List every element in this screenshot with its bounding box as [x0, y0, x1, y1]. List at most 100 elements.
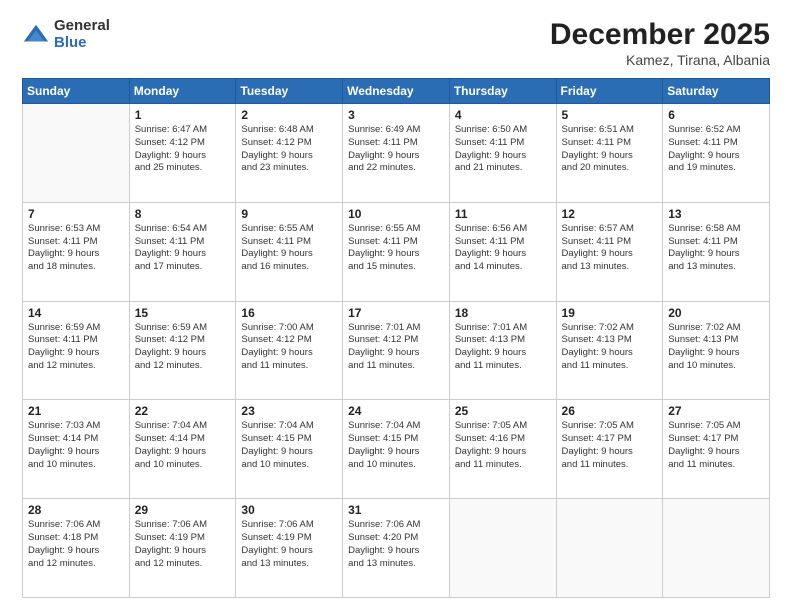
- table-row: 18 Sunrise: 7:01 AM Sunset: 4:13 PM Dayli…: [449, 301, 556, 400]
- logo-icon: [22, 21, 50, 49]
- day-info: Sunrise: 6:55 AM Sunset: 4:11 PM Dayligh…: [241, 223, 337, 274]
- col-sunday: Sunday: [23, 79, 130, 104]
- day-number: 8: [135, 207, 231, 221]
- logo-general-text: General: [54, 18, 110, 35]
- table-row: 1Sunrise: 6:47 AM Sunset: 4:12 PM Daylig…: [129, 104, 236, 203]
- calendar-table: Sunday Monday Tuesday Wednesday Thursday…: [22, 78, 770, 598]
- day-info: Sunrise: 6:59 AM Sunset: 4:11 PM Dayligh…: [28, 322, 124, 373]
- logo-blue-text: Blue: [54, 35, 110, 52]
- table-row: [663, 499, 770, 598]
- table-row: 4Sunrise: 6:50 AM Sunset: 4:11 PM Daylig…: [449, 104, 556, 203]
- day-number: 28: [28, 503, 124, 517]
- table-row: 20 Sunrise: 7:02 AM Sunset: 4:13 PM Dayli…: [663, 301, 770, 400]
- table-row: 19 Sunrise: 7:02 AM Sunset: 4:13 PM Dayli…: [556, 301, 663, 400]
- day-number: 18: [455, 306, 551, 320]
- title-month: December 2025: [550, 18, 770, 52]
- calendar-week-row: 28 Sunrise: 7:06 AM Sunset: 4:18 PM Dayli…: [23, 499, 770, 598]
- calendar-week-row: 14 Sunrise: 6:59 AM Sunset: 4:11 PM Dayli…: [23, 301, 770, 400]
- day-info: Sunrise: 6:54 AM Sunset: 4:11 PM Dayligh…: [135, 223, 231, 274]
- day-info: Sunrise: 6:55 AM Sunset: 4:11 PM Dayligh…: [348, 223, 444, 274]
- day-number: 5: [562, 108, 658, 122]
- table-row: 14 Sunrise: 6:59 AM Sunset: 4:11 PM Dayli…: [23, 301, 130, 400]
- page: General Blue December 2025 Kamez, Tirana…: [0, 0, 792, 612]
- day-number: 27: [668, 404, 764, 418]
- day-info: Sunrise: 7:00 AM Sunset: 4:12 PM Dayligh…: [241, 322, 337, 373]
- day-info: Sunrise: 6:58 AM Sunset: 4:11 PM Dayligh…: [668, 223, 764, 274]
- table-row: 11Sunrise: 6:56 AM Sunset: 4:11 PM Dayli…: [449, 202, 556, 301]
- day-number: 21: [28, 404, 124, 418]
- day-info: Sunrise: 7:04 AM Sunset: 4:15 PM Dayligh…: [348, 420, 444, 471]
- day-info: Sunrise: 7:02 AM Sunset: 4:13 PM Dayligh…: [668, 322, 764, 373]
- day-info: Sunrise: 7:03 AM Sunset: 4:14 PM Dayligh…: [28, 420, 124, 471]
- day-number: 9: [241, 207, 337, 221]
- table-row: [23, 104, 130, 203]
- day-number: 30: [241, 503, 337, 517]
- table-row: 26Sunrise: 7:05 AM Sunset: 4:17 PM Dayli…: [556, 400, 663, 499]
- day-number: 6: [668, 108, 764, 122]
- table-row: 31 Sunrise: 7:06 AM Sunset: 4:20 PM Dayli…: [343, 499, 450, 598]
- day-number: 2: [241, 108, 337, 122]
- day-number: 11: [455, 207, 551, 221]
- day-number: 14: [28, 306, 124, 320]
- day-number: 3: [348, 108, 444, 122]
- table-row: 3Sunrise: 6:49 AM Sunset: 4:11 PM Daylig…: [343, 104, 450, 203]
- day-number: 10: [348, 207, 444, 221]
- col-wednesday: Wednesday: [343, 79, 450, 104]
- day-info: Sunrise: 7:04 AM Sunset: 4:15 PM Dayligh…: [241, 420, 337, 471]
- calendar-header-row: Sunday Monday Tuesday Wednesday Thursday…: [23, 79, 770, 104]
- table-row: 7Sunrise: 6:53 AM Sunset: 4:11 PM Daylig…: [23, 202, 130, 301]
- day-number: 4: [455, 108, 551, 122]
- col-tuesday: Tuesday: [236, 79, 343, 104]
- day-info: Sunrise: 7:06 AM Sunset: 4:18 PM Dayligh…: [28, 519, 124, 570]
- day-info: Sunrise: 7:06 AM Sunset: 4:20 PM Dayligh…: [348, 519, 444, 570]
- day-number: 20: [668, 306, 764, 320]
- day-info: Sunrise: 7:02 AM Sunset: 4:13 PM Dayligh…: [562, 322, 658, 373]
- day-info: Sunrise: 6:57 AM Sunset: 4:11 PM Dayligh…: [562, 223, 658, 274]
- table-row: 21 Sunrise: 7:03 AM Sunset: 4:14 PM Dayli…: [23, 400, 130, 499]
- table-row: 12 Sunrise: 6:57 AM Sunset: 4:11 PM Dayli…: [556, 202, 663, 301]
- table-row: 23 Sunrise: 7:04 AM Sunset: 4:15 PM Dayli…: [236, 400, 343, 499]
- day-number: 19: [562, 306, 658, 320]
- calendar-week-row: 1Sunrise: 6:47 AM Sunset: 4:12 PM Daylig…: [23, 104, 770, 203]
- day-number: 12: [562, 207, 658, 221]
- col-monday: Monday: [129, 79, 236, 104]
- logo-text: General Blue: [54, 18, 110, 51]
- table-row: 6 Sunrise: 6:52 AM Sunset: 4:11 PM Daylig…: [663, 104, 770, 203]
- day-info: Sunrise: 7:05 AM Sunset: 4:17 PM Dayligh…: [668, 420, 764, 471]
- title-location: Kamez, Tirana, Albania: [550, 52, 770, 68]
- day-info: Sunrise: 7:01 AM Sunset: 4:12 PM Dayligh…: [348, 322, 444, 373]
- day-info: Sunrise: 6:48 AM Sunset: 4:12 PM Dayligh…: [241, 124, 337, 175]
- table-row: 28 Sunrise: 7:06 AM Sunset: 4:18 PM Dayli…: [23, 499, 130, 598]
- day-info: Sunrise: 7:06 AM Sunset: 4:19 PM Dayligh…: [241, 519, 337, 570]
- table-row: 10 Sunrise: 6:55 AM Sunset: 4:11 PM Dayli…: [343, 202, 450, 301]
- day-number: 26: [562, 404, 658, 418]
- col-saturday: Saturday: [663, 79, 770, 104]
- table-row: 30 Sunrise: 7:06 AM Sunset: 4:19 PM Dayli…: [236, 499, 343, 598]
- day-info: Sunrise: 6:52 AM Sunset: 4:11 PM Dayligh…: [668, 124, 764, 175]
- day-info: Sunrise: 7:01 AM Sunset: 4:13 PM Dayligh…: [455, 322, 551, 373]
- day-info: Sunrise: 6:47 AM Sunset: 4:12 PM Dayligh…: [135, 124, 231, 175]
- header: General Blue December 2025 Kamez, Tirana…: [22, 18, 770, 68]
- table-row: 22 Sunrise: 7:04 AM Sunset: 4:14 PM Dayli…: [129, 400, 236, 499]
- day-info: Sunrise: 6:53 AM Sunset: 4:11 PM Dayligh…: [28, 223, 124, 274]
- table-row: 25Sunrise: 7:05 AM Sunset: 4:16 PM Dayli…: [449, 400, 556, 499]
- table-row: 9 Sunrise: 6:55 AM Sunset: 4:11 PM Daylig…: [236, 202, 343, 301]
- day-number: 22: [135, 404, 231, 418]
- day-info: Sunrise: 7:05 AM Sunset: 4:16 PM Dayligh…: [455, 420, 551, 471]
- title-block: December 2025 Kamez, Tirana, Albania: [550, 18, 770, 68]
- table-row: 29Sunrise: 7:06 AM Sunset: 4:19 PM Dayli…: [129, 499, 236, 598]
- col-thursday: Thursday: [449, 79, 556, 104]
- day-info: Sunrise: 6:59 AM Sunset: 4:12 PM Dayligh…: [135, 322, 231, 373]
- calendar-week-row: 21 Sunrise: 7:03 AM Sunset: 4:14 PM Dayli…: [23, 400, 770, 499]
- day-number: 24: [348, 404, 444, 418]
- day-info: Sunrise: 7:06 AM Sunset: 4:19 PM Dayligh…: [135, 519, 231, 570]
- day-number: 31: [348, 503, 444, 517]
- table-row: 24 Sunrise: 7:04 AM Sunset: 4:15 PM Dayli…: [343, 400, 450, 499]
- table-row: 2 Sunrise: 6:48 AM Sunset: 4:12 PM Daylig…: [236, 104, 343, 203]
- table-row: [449, 499, 556, 598]
- table-row: 27 Sunrise: 7:05 AM Sunset: 4:17 PM Dayli…: [663, 400, 770, 499]
- table-row: 5Sunrise: 6:51 AM Sunset: 4:11 PM Daylig…: [556, 104, 663, 203]
- day-number: 23: [241, 404, 337, 418]
- day-info: Sunrise: 7:04 AM Sunset: 4:14 PM Dayligh…: [135, 420, 231, 471]
- day-number: 15: [135, 306, 231, 320]
